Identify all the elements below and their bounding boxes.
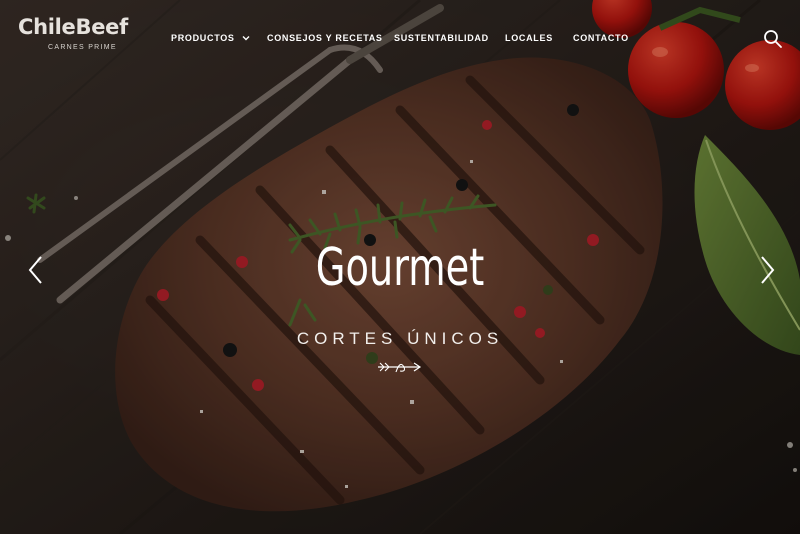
nav-item-label: LOCALES [505, 33, 553, 43]
nav-item-label: PRODUCTOS [171, 33, 235, 43]
slide-subtitle: CORTES ÚNICOS [296, 329, 504, 348]
nav-item-sustentabilidad[interactable]: SUSTENTABILIDAD [394, 33, 489, 43]
slider-next-button[interactable] [757, 255, 777, 285]
chevron-right-icon [761, 256, 775, 284]
slide-title: Gourmet [315, 238, 485, 298]
site-header: ChileBeef CARNES PRIME PRODUCTOS CONSEJO… [0, 0, 800, 70]
slider-prev-button[interactable] [26, 255, 46, 285]
arrow-ornament-icon [378, 362, 422, 373]
nav-item-label: CONTACTO [573, 33, 629, 43]
logo-text: ChileBeef [18, 15, 128, 39]
search-button[interactable] [763, 29, 783, 49]
search-icon [764, 30, 782, 48]
nav-item-consejos-y-recetas[interactable]: CONSEJOS Y RECETAS [267, 33, 383, 43]
chevron-left-icon [28, 256, 42, 284]
logo-tagline: CARNES PRIME [48, 44, 117, 51]
nav-item-productos[interactable]: PRODUCTOS [171, 33, 250, 43]
nav-item-label: SUSTENTABILIDAD [394, 33, 489, 43]
nav-item-label: CONSEJOS Y RECETAS [267, 33, 383, 43]
nav-item-contacto[interactable]: CONTACTO [573, 33, 629, 43]
nav-item-locales[interactable]: LOCALES [505, 33, 553, 43]
brand-logo[interactable]: ChileBeef CARNES PRIME [18, 14, 138, 51]
chevron-down-icon [242, 36, 250, 41]
